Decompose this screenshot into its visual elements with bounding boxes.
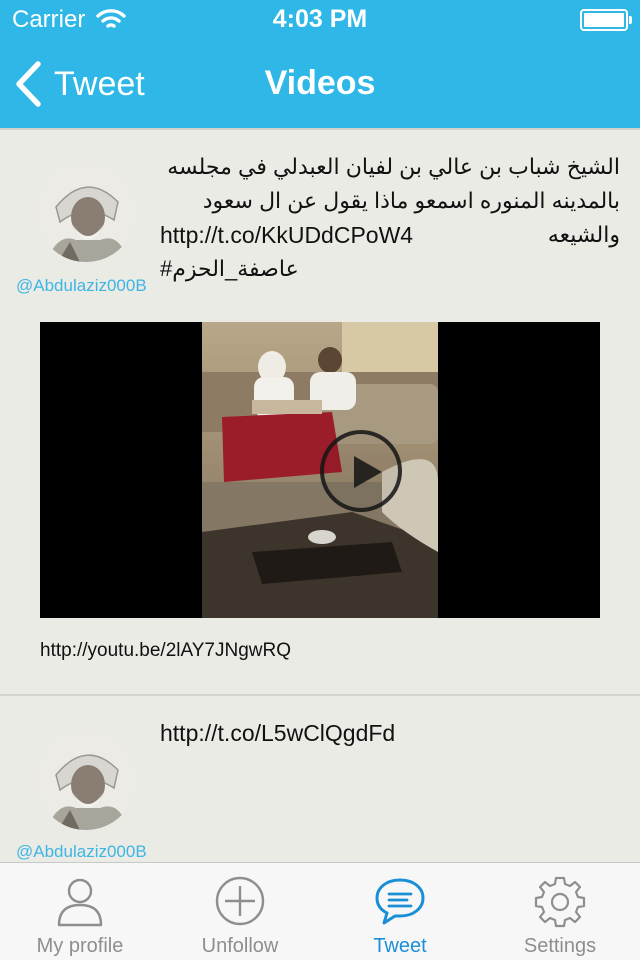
plus-circle-icon: [215, 876, 265, 926]
user-handle[interactable]: @Abdulaziz000B: [16, 842, 147, 862]
gear-icon: [534, 876, 586, 928]
play-icon[interactable]: [320, 430, 402, 512]
tweet-item[interactable]: @Abdulaziz000B http://t.co/L5wClQgdFd: [0, 696, 640, 862]
tab-label: My profile: [36, 935, 124, 957]
clock: 4:03 PM: [272, 5, 368, 33]
tab-bar: My profile Unfollow Tweet Settings: [0, 862, 640, 960]
nav-bar: Tweet Videos: [0, 40, 640, 128]
battery-icon: [580, 9, 632, 31]
tab-tweet[interactable]: Tweet: [320, 863, 480, 960]
tweet-link[interactable]: http://t.co/L5wClQgdFd: [160, 716, 620, 750]
user-handle[interactable]: @Abdulaziz000B: [16, 276, 147, 296]
tab-label: Settings: [523, 935, 597, 957]
page-title: Videos: [264, 64, 376, 102]
speech-bubble-icon: [375, 878, 425, 925]
tweet-text: الشيخ شباب بن عالي بن لفيان العبدلي في م…: [167, 154, 620, 247]
tweet-item[interactable]: @Abdulaziz000B الشيخ شباب بن عالي بن لفي…: [0, 130, 640, 696]
avatar[interactable]: [36, 730, 136, 830]
status-bar: Carrier 4:03 PM: [0, 0, 640, 40]
person-icon: [57, 878, 103, 927]
video-link[interactable]: http://youtu.be/2lAY7JNgwRQ: [40, 640, 291, 662]
video-player[interactable]: [40, 322, 600, 618]
tab-label: Unfollow: [201, 935, 279, 957]
tab-my-profile[interactable]: My profile: [0, 863, 160, 960]
tweet-list[interactable]: @Abdulaziz000B الشيخ شباب بن عالي بن لفي…: [0, 128, 640, 862]
avatar[interactable]: [36, 162, 136, 262]
tab-unfollow[interactable]: Unfollow: [160, 863, 320, 960]
tweet-hashtag[interactable]: #عاصفة_الحزم: [160, 252, 620, 286]
tab-settings[interactable]: Settings: [480, 863, 640, 960]
tweet-link[interactable]: http://t.co/KkUDdCPoW4: [160, 218, 620, 252]
tab-label: Tweet: [373, 935, 427, 957]
